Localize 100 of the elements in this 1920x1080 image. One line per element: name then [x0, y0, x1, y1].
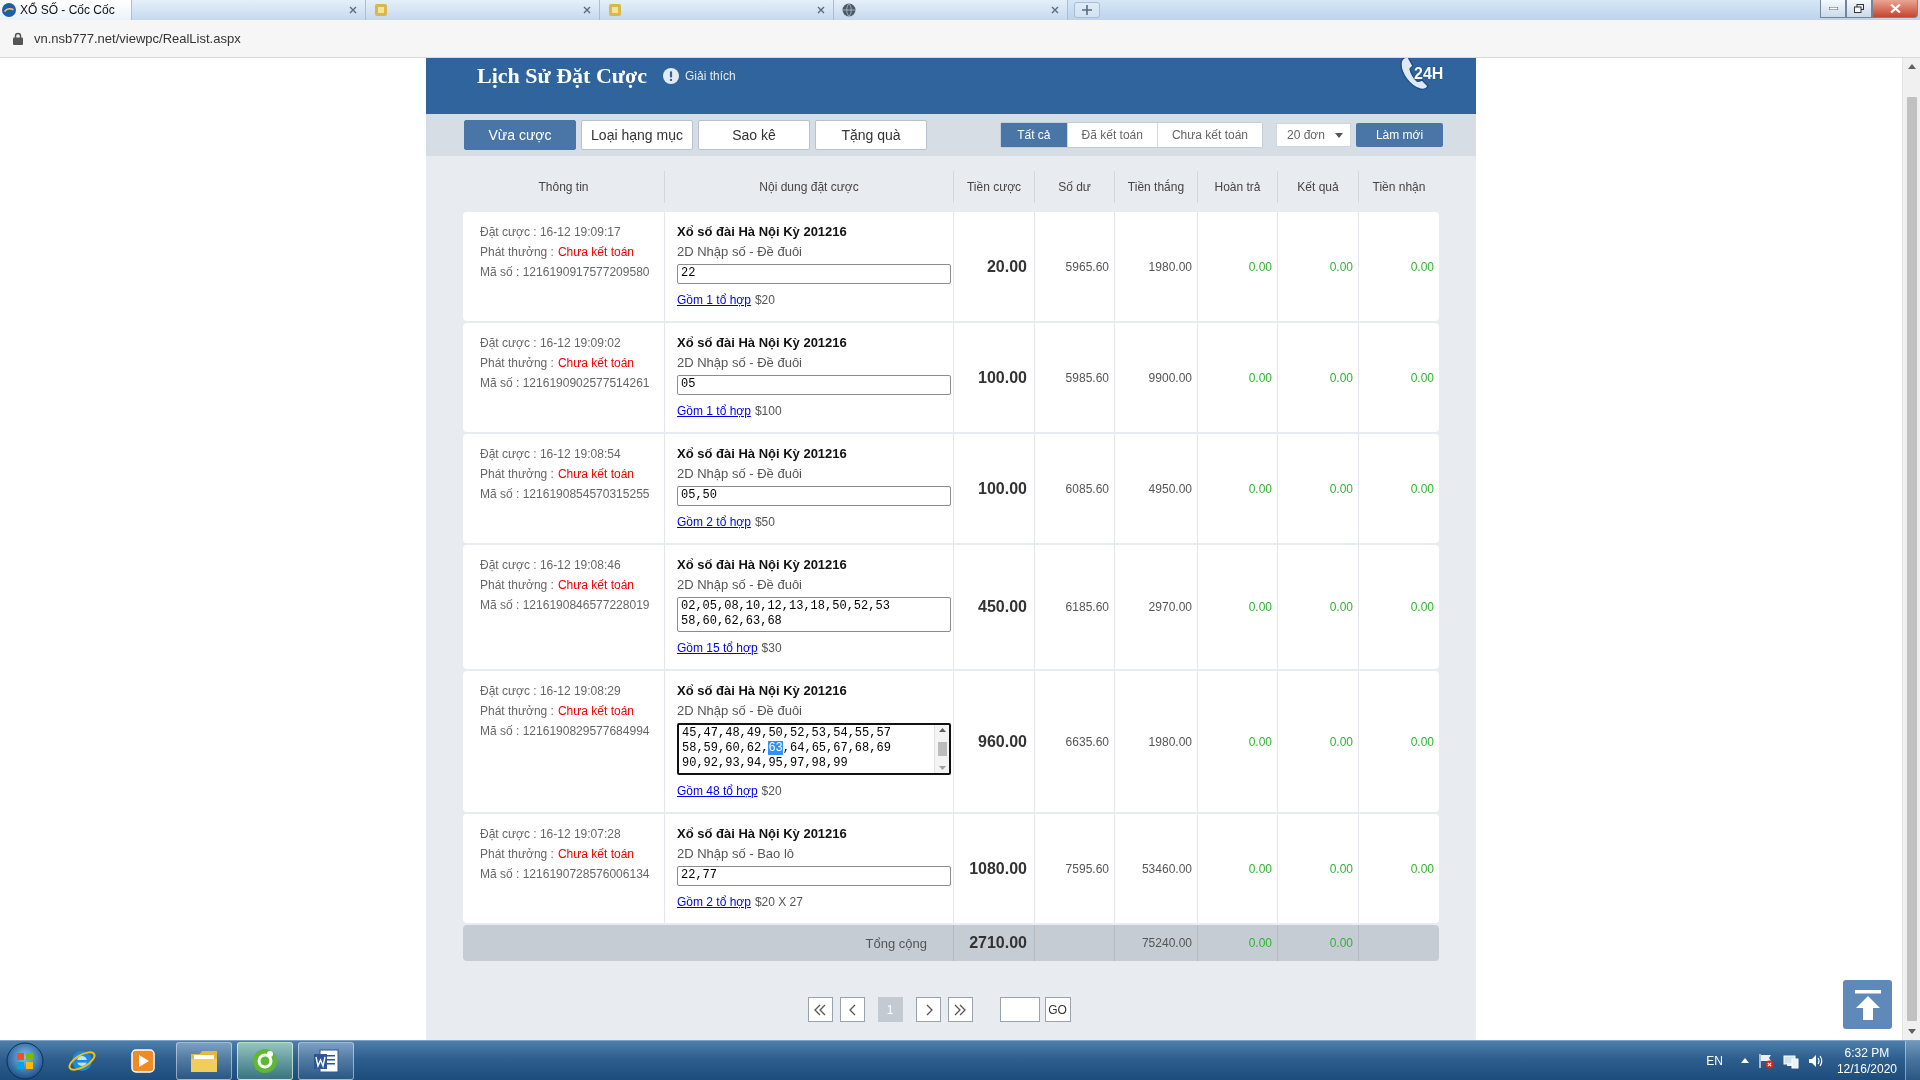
payout-status: Chưa kết toán [557, 244, 635, 261]
close-icon [1889, 4, 1901, 13]
maximize-button[interactable] [1846, 0, 1872, 18]
taskbar-button[interactable] [237, 1041, 293, 1080]
filter-tab[interactable]: Chưa kết toán [1156, 123, 1262, 147]
total-result-amount: 0.00 [1329, 936, 1353, 950]
category-tab[interactable]: Loại hạng mục [581, 120, 693, 150]
result-amount: 0.00 [1329, 259, 1353, 274]
unit-price-text: $100 [754, 403, 782, 420]
clock-date[interactable]: 12/16/2020 [1836, 1060, 1897, 1077]
first-page-button[interactable] [807, 997, 833, 1022]
combinations-link[interactable]: Gồm 1 tổ hợp [677, 290, 751, 310]
square-icon [607, 3, 622, 17]
numbers-field[interactable]: 22,77 [677, 866, 951, 886]
restore-icon [1854, 4, 1864, 13]
bet-id-text: Mã số : 1216190829577684994 [480, 723, 651, 740]
payout-status: Chưa kết toán [557, 577, 635, 594]
category-tab[interactable]: Sao kê [698, 120, 810, 150]
refund-amount: 0.00 [1248, 259, 1272, 274]
combinations-link[interactable]: Gồm 48 tổ hợp [677, 781, 758, 801]
caret-up-icon[interactable] [1740, 1058, 1749, 1063]
winnings-amount: 9900.00 [1148, 370, 1192, 385]
numbers-field[interactable]: 22 [677, 264, 951, 284]
new-tab-button[interactable] [1073, 2, 1100, 18]
stake-amount: 1080.00 [969, 859, 1027, 878]
numbers-field[interactable]: 02,05,08,10,12,13,18,50,52,53 58,60,62,63,68 [677, 597, 951, 632]
close-button[interactable] [1872, 0, 1918, 18]
bet-id-text: Mã số : 1216190902577514261 [480, 375, 651, 392]
url-field[interactable]: vn.nsb777.net/viewpc/RealList.aspx [34, 31, 241, 46]
numbers-field[interactable]: 05 [677, 375, 951, 395]
stake-amount: 100.00 [978, 479, 1027, 498]
start-button[interactable] [4, 1040, 46, 1080]
last-page-button[interactable] [947, 997, 973, 1022]
category-tab[interactable]: Vừa cược [464, 120, 576, 150]
bet-time-text: Đặt cược : 16-12 19:08:29 [480, 683, 622, 700]
scrollbar-thumb[interactable] [937, 742, 947, 756]
info-icon [663, 68, 679, 84]
scroll-up-arrow-icon[interactable] [1907, 64, 1916, 69]
result-amount: 0.00 [1329, 370, 1353, 385]
refresh-button[interactable]: Làm mới [1356, 123, 1443, 147]
balance-amount: 6185.60 [1065, 600, 1109, 614]
hotline-label: 24H [1414, 65, 1444, 83]
unit-price-text: $20 [761, 783, 782, 800]
bet-type-text: 2D Nhập số - Đề đuôi [677, 702, 802, 720]
scroll-up-arrow-icon[interactable] [938, 728, 946, 732]
bet-id-text: Mã số : 1216190846577228019 [480, 597, 651, 614]
browser-tab[interactable]: XỔ SỐ - Cốc Cốc [0, 0, 132, 20]
received-amount: 0.00 [1410, 600, 1434, 614]
network-icon[interactable] [1782, 1052, 1799, 1069]
browser-tab[interactable] [833, 0, 1068, 20]
winnings-amount: 1980.00 [1148, 259, 1192, 274]
refund-amount: 0.00 [1248, 734, 1272, 749]
total-label: Tổng cộng [865, 935, 927, 951]
vertical-scrollbar[interactable] [1902, 58, 1920, 1040]
combinations-link[interactable]: Gồm 2 tổ hợp [677, 512, 751, 532]
numbers-field[interactable]: 05,50 [677, 486, 951, 506]
arrow-up-icon [1853, 989, 1882, 1020]
payout-status: Chưa kết toán [557, 466, 635, 483]
scroll-down-arrow-icon[interactable] [1907, 1029, 1916, 1034]
previous-page-button[interactable] [839, 997, 865, 1022]
page-size-select[interactable]: 20 đơn [1276, 123, 1351, 147]
payout-label: Phát thưởng : [480, 577, 554, 594]
total-refund-amount: 0.00 [1248, 936, 1272, 950]
payout-label: Phát thưởng : [480, 703, 554, 720]
category-tab[interactable]: Tặng quà [815, 120, 927, 150]
result-amount: 0.00 [1329, 481, 1353, 496]
combinations-link[interactable]: Gồm 15 tổ hợp [677, 638, 758, 658]
site-logo-icon [2, 3, 16, 17]
show-desktop-button[interactable] [1905, 1040, 1920, 1080]
stake-amount: 450.00 [978, 598, 1027, 616]
flag-icon[interactable] [1757, 1052, 1774, 1069]
help-link[interactable]: Giải thích [685, 69, 736, 83]
language-indicator[interactable]: EN [1706, 1053, 1723, 1068]
page-number-field[interactable] [999, 997, 1040, 1022]
close-icon[interactable] [1050, 6, 1059, 14]
refund-amount: 0.00 [1248, 600, 1272, 614]
plus-icon [1081, 5, 1092, 15]
scroll-down-arrow-icon[interactable] [938, 766, 946, 770]
back-to-top-button[interactable] [1843, 980, 1892, 1029]
close-icon[interactable] [816, 6, 825, 14]
close-icon[interactable] [348, 6, 357, 14]
bet-type-text: 2D Nhập số - Đề đuôi [677, 243, 802, 261]
close-icon[interactable] [582, 6, 591, 14]
go-button[interactable]: GO [1044, 997, 1071, 1022]
payout-status: Chưa kết toán [557, 846, 635, 863]
received-amount: 0.00 [1410, 259, 1434, 274]
combinations-link[interactable]: Gồm 2 tổ hợp [677, 892, 751, 912]
winnings-amount: 1980.00 [1148, 734, 1192, 749]
clock-time[interactable]: 6:32 PM [1844, 1044, 1890, 1061]
payout-label: Phát thưởng : [480, 846, 554, 863]
numbers-field[interactable]: 45,47,48,49,50,52,53,54,55,57 58,59,60,62,63,64,65,67,68,69 90,92,93,94,95,97,98,99 [677, 723, 951, 775]
payout-label: Phát thưởng : [480, 244, 554, 261]
balance-amount: 5985.60 [1065, 370, 1109, 385]
filter-tab[interactable]: Tất cả [1001, 123, 1067, 147]
refund-amount: 0.00 [1248, 861, 1272, 876]
next-page-button[interactable] [915, 997, 941, 1022]
minimize-button[interactable] [1820, 0, 1846, 18]
field-scrollbar[interactable] [934, 725, 949, 773]
combinations-link[interactable]: Gồm 1 tổ hợp [677, 401, 751, 421]
scrollbar-thumb[interactable] [1906, 97, 1917, 1021]
